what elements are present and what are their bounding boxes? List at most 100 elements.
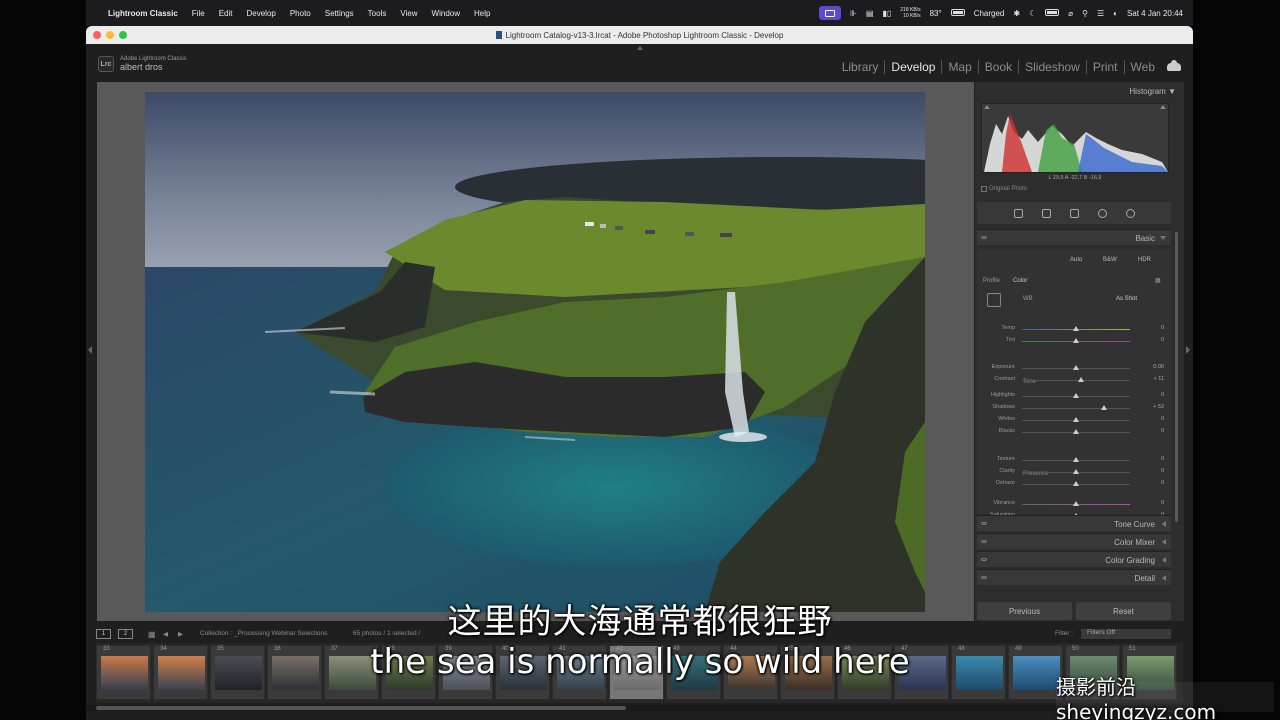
slider-value[interactable]: 0 (1161, 468, 1164, 474)
temperature[interactable]: 83° (930, 9, 942, 18)
slider-row-tint[interactable]: Tint 0 (977, 336, 1171, 346)
module-develop[interactable]: Develop (884, 60, 941, 74)
detail-header[interactable]: Detail (977, 569, 1171, 585)
profile-browser-icon[interactable]: ▦ (1155, 277, 1161, 284)
focus-moon-icon[interactable]: ☾ (1029, 9, 1036, 18)
battery-icon[interactable] (950, 8, 965, 18)
menu-window[interactable]: Window (432, 9, 460, 18)
bluetooth-icon[interactable]: ✱ (1013, 9, 1020, 18)
menu-settings[interactable]: Settings (325, 9, 354, 18)
slider-row-vibrance[interactable]: Vibrance 0 (977, 499, 1171, 509)
photo-preview[interactable] (145, 92, 925, 612)
wb-dropdown[interactable]: As Shot (1116, 296, 1137, 302)
slider-row-highlights[interactable]: Highlights 0 (977, 391, 1171, 401)
slider-value[interactable]: 0 (1161, 325, 1164, 331)
wifi-off-icon[interactable]: ⌀ (1068, 9, 1073, 18)
slider-row-shadows[interactable]: Shadows + 52 (977, 403, 1171, 413)
slider-value[interactable]: 0 (1161, 392, 1164, 398)
slider-value[interactable]: + 52 (1153, 404, 1164, 410)
slider-knob[interactable] (1073, 469, 1079, 474)
network-speed[interactable]: 218 KB/s 10 KB/s (900, 7, 920, 19)
panel-scrollbar[interactable] (1175, 232, 1178, 522)
histogram[interactable] (981, 103, 1169, 173)
slider-knob[interactable] (1073, 338, 1079, 343)
module-library[interactable]: Library (836, 60, 885, 74)
slider-row-blacks[interactable]: Blacks 0 (977, 427, 1171, 437)
menu-app-name[interactable]: Lightroom Classic (108, 9, 178, 18)
profile-dropdown[interactable]: Color (1013, 278, 1027, 284)
slider-row-contrast[interactable]: Contrast + 11 (977, 375, 1171, 385)
visibility-eye-icon[interactable] (981, 576, 987, 579)
red-eye-icon[interactable] (1097, 208, 1107, 218)
filmstrip-scrollbar[interactable] (86, 705, 1193, 711)
basic-panel-header[interactable]: Basic (977, 229, 1171, 245)
menu-view[interactable]: View (400, 9, 417, 18)
bw-button[interactable]: B&W (1103, 257, 1117, 263)
masking-icon[interactable] (1125, 208, 1135, 218)
battery-status[interactable]: Charged (974, 9, 1005, 18)
right-panel-toggle-icon[interactable] (1186, 346, 1190, 354)
original-photo-checkbox[interactable]: Original Photo (981, 186, 1027, 192)
visibility-eye-icon[interactable] (981, 236, 987, 239)
wb-eyedropper-icon[interactable] (987, 293, 1001, 307)
slider-knob[interactable] (1073, 393, 1079, 398)
slider-value[interactable]: 0 (1161, 456, 1164, 462)
visibility-eye-icon[interactable] (981, 558, 987, 561)
menu-edit[interactable]: Edit (219, 9, 233, 18)
slider-value[interactable]: 0 (1161, 428, 1164, 434)
slider-row-texture[interactable]: Texture 0 (977, 455, 1171, 465)
slider-knob[interactable] (1073, 457, 1079, 462)
slider-row-exposure[interactable]: Exposure 0,00 (977, 363, 1171, 373)
edit-sliders-icon[interactable] (1013, 208, 1023, 218)
filmstrip-scroll-thumb[interactable] (96, 706, 626, 710)
module-map[interactable]: Map (941, 60, 977, 74)
slider-knob[interactable] (1073, 365, 1079, 370)
control-center-icon[interactable]: ☰ (1097, 9, 1104, 18)
slider-value[interactable]: 0,00 (1153, 364, 1164, 370)
module-slideshow[interactable]: Slideshow (1018, 60, 1086, 74)
healing-icon[interactable] (1069, 208, 1079, 218)
slider-knob[interactable] (1078, 377, 1085, 382)
search-icon[interactable]: ⚲ (1082, 9, 1088, 18)
visibility-eye-icon[interactable] (981, 540, 987, 543)
slider-value[interactable]: 0 (1161, 337, 1164, 343)
clock[interactable]: Sat 4 Jan 20:44 (1127, 9, 1183, 18)
visibility-eye-icon[interactable] (981, 522, 987, 525)
hdr-button[interactable]: HDR (1138, 257, 1151, 263)
screen-share-icon[interactable] (818, 6, 841, 20)
slider-knob[interactable] (1073, 481, 1079, 486)
stats-icon[interactable]: ⊪ (850, 9, 857, 18)
color-mixer-header[interactable]: Color Mixer (977, 533, 1171, 549)
cloud-icon[interactable] (1167, 60, 1181, 71)
slider-row-temp[interactable]: Temp 0 (977, 324, 1171, 334)
histogram-header[interactable]: Histogram ▼ (1129, 87, 1176, 96)
top-panel-toggle-icon[interactable] (637, 46, 643, 50)
disk-icon[interactable]: ▤ (866, 9, 874, 18)
module-print[interactable]: Print (1085, 60, 1124, 74)
image-canvas[interactable] (97, 82, 974, 621)
tone-curve-header[interactable]: Tone Curve (977, 515, 1171, 531)
slider-value[interactable]: 0 (1161, 500, 1164, 506)
module-web[interactable]: Web (1123, 60, 1161, 74)
left-panel-toggle-icon[interactable] (88, 346, 92, 354)
menu-tools[interactable]: Tools (368, 9, 387, 18)
menu-help[interactable]: Help (474, 9, 490, 18)
battery-level-icon[interactable] (1045, 8, 1060, 18)
slider-value[interactable]: + 11 (1154, 376, 1164, 382)
slider-value[interactable]: 0 (1161, 416, 1164, 422)
slider-knob[interactable] (1101, 405, 1108, 410)
siri-icon[interactable]: ◐ (1113, 9, 1118, 18)
slider-knob[interactable] (1073, 326, 1079, 331)
menu-file[interactable]: File (192, 9, 205, 18)
module-book[interactable]: Book (977, 60, 1018, 74)
crop-icon[interactable] (1041, 208, 1051, 218)
activity-icon[interactable]: ▮▯ (882, 9, 891, 18)
slider-value[interactable]: 0 (1161, 480, 1164, 486)
slider-row-dehaze[interactable]: Dehaze 0 (977, 479, 1171, 489)
menu-develop[interactable]: Develop (246, 9, 275, 18)
auto-button[interactable]: Auto (1070, 257, 1082, 263)
slider-row-clarity[interactable]: Clarity 0 (977, 467, 1171, 477)
slider-track[interactable] (1022, 408, 1130, 409)
slider-track[interactable] (1022, 380, 1130, 381)
slider-knob[interactable] (1073, 429, 1079, 434)
